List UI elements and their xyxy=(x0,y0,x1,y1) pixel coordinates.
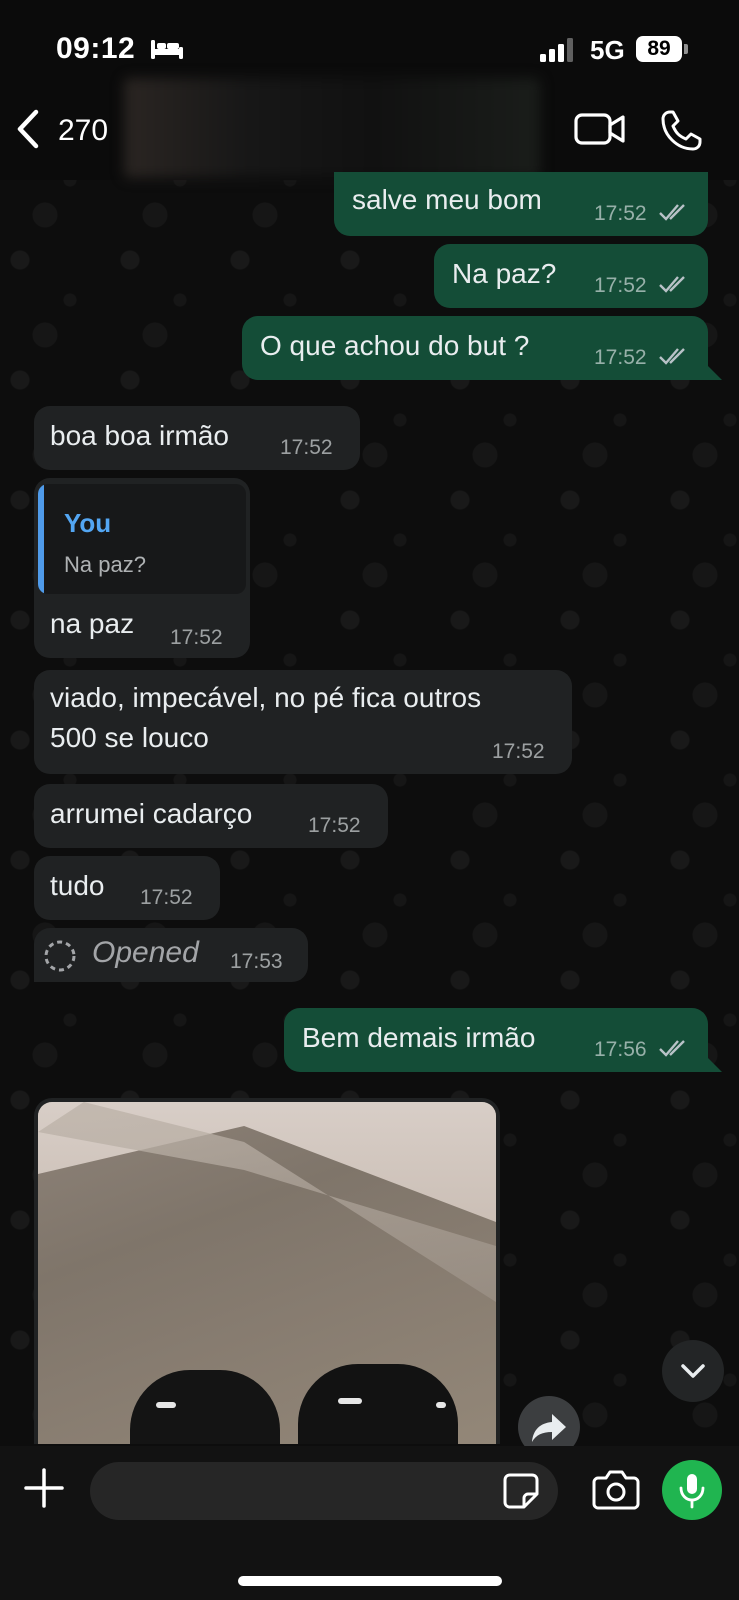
message-text: Bem demais irmão xyxy=(302,1022,536,1053)
message-bubble-outgoing[interactable]: Na paz? 17:52 xyxy=(434,244,708,308)
quote-accent-bar xyxy=(38,484,44,594)
bed-icon xyxy=(151,40,183,59)
camera-icon[interactable] xyxy=(592,1468,640,1510)
message-time: 17:52 xyxy=(594,202,647,225)
message-bubble-outgoing[interactable]: O que achou do but ? 17:52 xyxy=(242,316,708,380)
message-time: 17:52 xyxy=(594,274,647,297)
message-time: 17:56 xyxy=(594,1038,647,1061)
battery-level: 89 xyxy=(647,37,671,60)
message-time: 17:52 xyxy=(492,740,545,763)
battery-cap xyxy=(684,44,688,54)
signal-icon xyxy=(540,38,573,62)
message-time: 17:52 xyxy=(308,814,361,837)
home-indicator xyxy=(238,1576,502,1586)
message-text: boa boa irmão xyxy=(50,420,230,451)
message-time: 17:52 xyxy=(594,346,647,369)
chat-header: 270 xyxy=(0,78,739,180)
message-bubble-incoming[interactable]: boa boa irmão 17:52 xyxy=(34,406,360,470)
plus-icon[interactable] xyxy=(22,1466,66,1510)
message-bubble-incoming[interactable]: tudo 17:52 xyxy=(34,856,220,920)
network-type: 5G xyxy=(590,35,625,65)
message-time: 17:52 xyxy=(280,436,333,459)
read-ticks-icon xyxy=(659,276,685,293)
read-ticks-icon xyxy=(659,204,685,221)
quote-author: You xyxy=(64,508,112,538)
voice-record-button[interactable] xyxy=(662,1460,722,1520)
message-text: na paz xyxy=(50,608,135,639)
chevron-down-icon xyxy=(681,1364,705,1378)
bubble-tail xyxy=(708,366,722,380)
message-time: 17:52 xyxy=(140,886,193,909)
quote-text: Na paz? xyxy=(64,552,146,577)
message-text: salve meu bom xyxy=(352,184,542,215)
message-time: 17:52 xyxy=(170,626,223,649)
view-once-status: Opened xyxy=(92,936,199,969)
photo-shoe-lace xyxy=(156,1402,176,1408)
unread-count[interactable]: 270 xyxy=(58,114,108,148)
photo-shoe-lace xyxy=(436,1402,446,1408)
message-text: Na paz? xyxy=(452,258,557,289)
scroll-to-bottom-button[interactable] xyxy=(662,1340,724,1402)
view-once-icon xyxy=(44,940,76,972)
message-time: 17:53 xyxy=(230,950,283,973)
status-time: 09:12 xyxy=(56,32,136,65)
battery-indicator: 89 xyxy=(636,36,688,62)
read-ticks-icon xyxy=(659,348,685,365)
message-bubble-outgoing[interactable]: Bem demais irmão 17:56 xyxy=(284,1008,708,1072)
message-text: tudo xyxy=(50,870,105,901)
message-text-line: viado, impecável, no pé fica outros xyxy=(50,682,482,713)
bubble-tail xyxy=(708,1058,722,1072)
photo-shoe-lace xyxy=(338,1398,362,1404)
video-call-icon[interactable] xyxy=(574,110,626,148)
view-once-message[interactable]: Opened 17:53 xyxy=(34,928,308,982)
status-bar: 09:12 5G 89 xyxy=(0,0,739,90)
photo-shoe-right xyxy=(298,1364,458,1444)
message-bubble-incoming-reply[interactable]: You Na paz? na paz 17:52 xyxy=(34,478,250,658)
message-bubble-incoming[interactable]: arrumei cadarço 17:52 xyxy=(34,784,388,848)
message-text: O que achou do but ? xyxy=(260,330,530,361)
composer-bar xyxy=(0,1446,739,1600)
message-text-line: 500 se louco xyxy=(50,722,209,753)
mic-icon xyxy=(679,1474,705,1509)
photo-image[interactable] xyxy=(38,1102,496,1444)
contact-info-redacted[interactable] xyxy=(124,78,540,178)
photo-shoe-left xyxy=(130,1370,280,1444)
message-input[interactable] xyxy=(90,1462,558,1520)
message-text: arrumei cadarço xyxy=(50,798,253,829)
quoted-message[interactable]: You Na paz? xyxy=(38,484,246,594)
photo-message[interactable] xyxy=(34,1098,500,1444)
message-bubble-outgoing[interactable]: salve meu bom 17:52 xyxy=(334,172,708,236)
read-ticks-icon xyxy=(659,1040,685,1057)
sticker-icon[interactable] xyxy=(502,1472,540,1510)
message-bubble-incoming[interactable]: viado, impecável, no pé fica outros 500 … xyxy=(34,670,572,774)
back-chevron-icon[interactable] xyxy=(14,108,44,150)
phone-call-icon[interactable] xyxy=(660,108,704,152)
